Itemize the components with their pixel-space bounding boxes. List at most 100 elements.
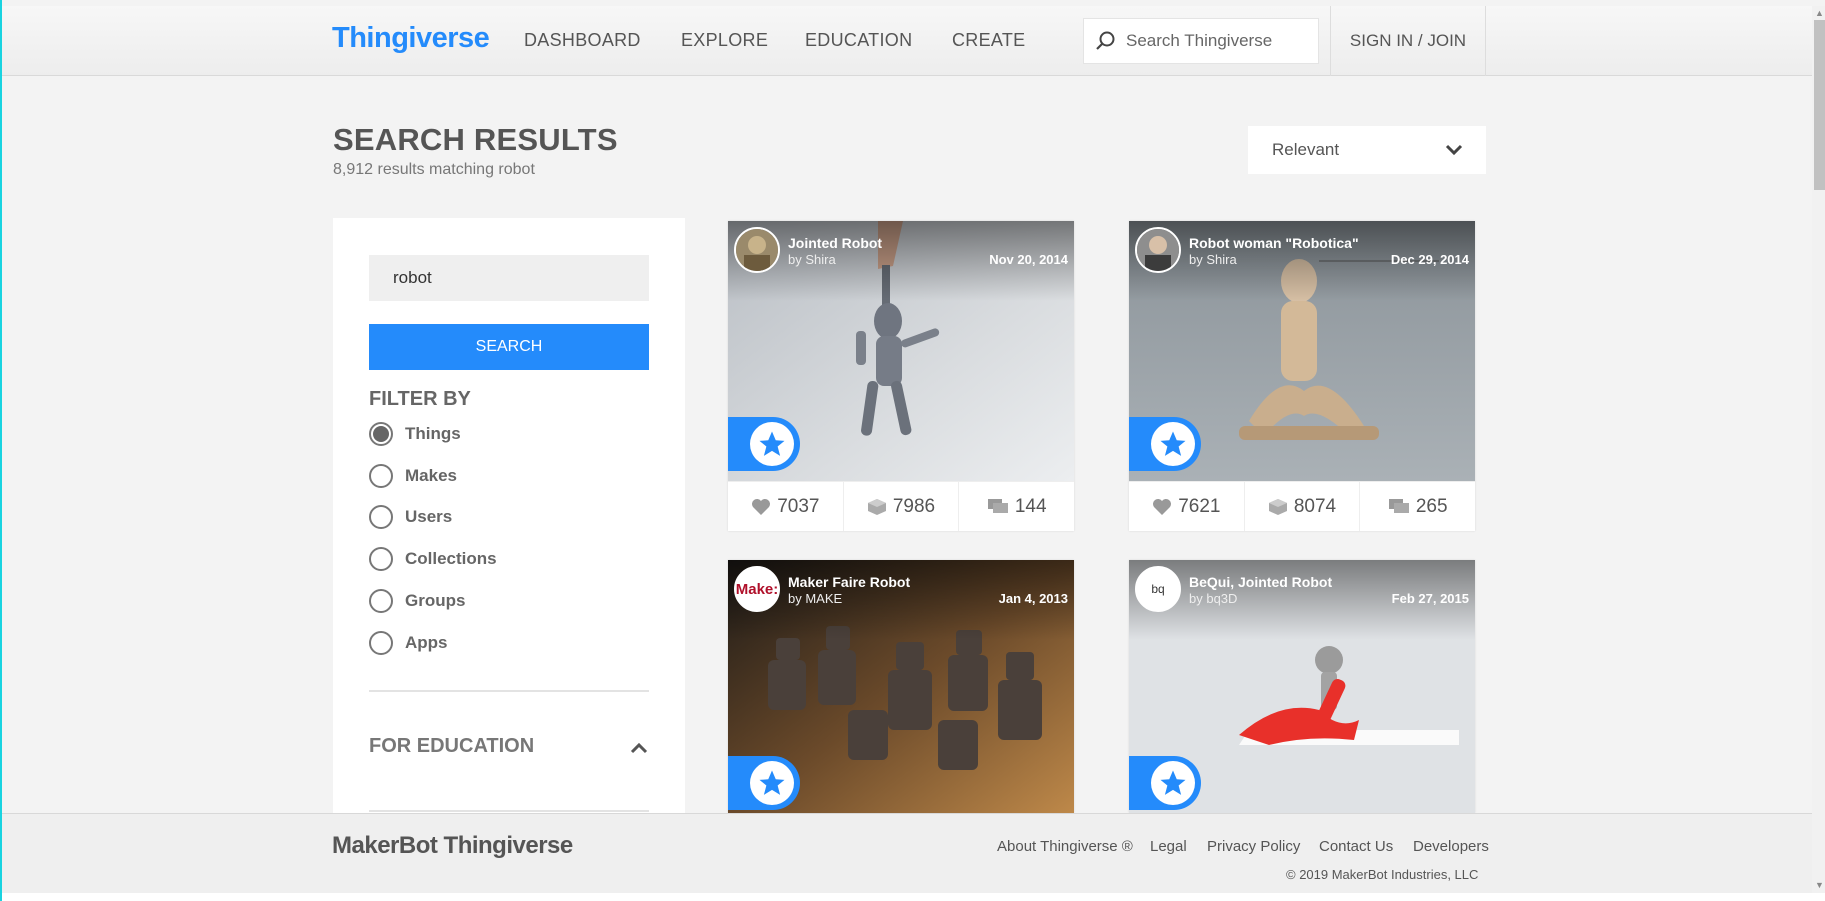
footer-link-privacy[interactable]: Privacy Policy xyxy=(1207,838,1300,855)
avatar[interactable]: bq xyxy=(1135,566,1181,612)
comment-icon xyxy=(987,498,1008,513)
thing-thumbnail[interactable]: Make: Maker Faire Robot by MAKE Jan 4, 2… xyxy=(728,560,1074,813)
nav-education[interactable]: EDUCATION xyxy=(805,30,912,51)
card-date: Jan 4, 2013 xyxy=(998,591,1068,606)
make-logo: Make: xyxy=(735,580,779,598)
star-icon xyxy=(1160,431,1186,456)
comment-count[interactable]: 144 xyxy=(959,482,1074,531)
radio-icon[interactable] xyxy=(369,547,393,571)
card-stats: 7037 7986 144 xyxy=(728,481,1074,531)
search-icon[interactable] xyxy=(1084,30,1126,52)
filter-things[interactable]: Things xyxy=(369,422,461,446)
chevron-up-icon[interactable] xyxy=(629,738,649,763)
card-author[interactable]: by MAKE xyxy=(788,591,842,606)
radio-icon[interactable] xyxy=(369,631,393,655)
thing-thumbnail[interactable]: bq BeQui, Jointed Robot by bq3D Feb 27, … xyxy=(1129,560,1475,813)
footer-link-legal[interactable]: Legal xyxy=(1150,838,1187,855)
filter-by-heading: FILTER BY xyxy=(369,388,471,410)
radio-icon[interactable] xyxy=(369,464,393,488)
radio-icon[interactable] xyxy=(369,589,393,613)
page-scrollbar[interactable]: ▲ ▼ xyxy=(1812,6,1825,893)
sidebar-search-input[interactable] xyxy=(369,255,649,301)
filter-groups[interactable]: Groups xyxy=(369,589,465,613)
chevron-down-icon xyxy=(1444,140,1464,165)
comment-value: 265 xyxy=(1415,495,1448,517)
comment-value: 144 xyxy=(1014,495,1047,517)
search-button[interactable]: SEARCH xyxy=(369,324,649,370)
star-icon xyxy=(1160,770,1186,795)
filter-sidebar: SEARCH FILTER BY Things Makes Users Coll… xyxy=(333,218,685,818)
thing-card[interactable]: Jointed Robot by Shira Nov 20, 2014 7037… xyxy=(728,221,1074,531)
filter-label: Apps xyxy=(405,633,448,652)
card-author[interactable]: by Shira xyxy=(1189,252,1237,267)
footer-link-contact[interactable]: Contact Us xyxy=(1319,838,1393,855)
radio-checked-icon[interactable] xyxy=(369,422,393,446)
card-author[interactable]: by bq3D xyxy=(1189,591,1237,606)
filter-makes[interactable]: Makes xyxy=(369,464,457,488)
thingiverse-logo[interactable]: Thingiverse xyxy=(332,22,490,55)
avatar[interactable] xyxy=(734,227,780,273)
like-value: 7037 xyxy=(777,495,820,517)
card-title[interactable]: BeQui, Jointed Robot xyxy=(1189,574,1332,590)
collect-icon xyxy=(867,498,886,515)
nav-explore[interactable]: EXPLORE xyxy=(681,30,768,51)
star-icon xyxy=(759,770,785,795)
divider xyxy=(369,810,649,812)
featured-badge xyxy=(728,756,800,810)
header-search-input[interactable] xyxy=(1126,31,1306,51)
sort-dropdown[interactable]: Relevant xyxy=(1248,126,1486,174)
radio-icon[interactable] xyxy=(369,505,393,529)
scroll-down-icon[interactable]: ▼ xyxy=(1815,880,1824,890)
card-date: Feb 27, 2015 xyxy=(1391,591,1469,606)
copyright: © 2019 MakerBot Industries, LLC xyxy=(1286,867,1479,882)
makerbot-thingiverse-logo[interactable]: MakerBot Thingiverse xyxy=(332,832,573,860)
sort-selected-value: Relevant xyxy=(1272,140,1340,159)
avatar[interactable]: Make: xyxy=(734,566,780,612)
thing-card[interactable]: Make: Maker Faire Robot by MAKE Jan 4, 2… xyxy=(728,560,1074,813)
footer: MakerBot Thingiverse About Thingiverse ®… xyxy=(2,813,1812,893)
filter-apps[interactable]: Apps xyxy=(369,631,448,655)
thing-card[interactable]: Robot woman "Robotica" by Shira Dec 29, … xyxy=(1129,221,1475,531)
card-title[interactable]: Maker Faire Robot xyxy=(788,574,910,590)
card-date: Nov 20, 2014 xyxy=(989,252,1068,267)
filter-label: Things xyxy=(405,424,461,443)
star-icon xyxy=(759,431,785,456)
thing-thumbnail[interactable]: Jointed Robot by Shira Nov 20, 2014 xyxy=(728,221,1074,481)
footer-link-developers[interactable]: Developers xyxy=(1413,838,1489,855)
card-author[interactable]: by Shira xyxy=(788,252,836,267)
for-education-heading[interactable]: FOR EDUCATION xyxy=(369,735,534,758)
heart-icon xyxy=(752,498,771,515)
filter-users[interactable]: Users xyxy=(369,505,452,529)
avatar[interactable] xyxy=(1135,227,1181,273)
thing-thumbnail[interactable]: Robot woman "Robotica" by Shira Dec 29, … xyxy=(1129,221,1475,481)
divider xyxy=(369,690,649,692)
like-count[interactable]: 7621 xyxy=(1129,482,1245,531)
featured-badge xyxy=(728,417,800,471)
bq-logo: bq xyxy=(1151,582,1165,596)
filter-collections[interactable]: Collections xyxy=(369,547,497,571)
scroll-up-icon[interactable]: ▲ xyxy=(1815,8,1824,18)
sign-in-join-link[interactable]: SIGN IN / JOIN xyxy=(1330,6,1486,76)
comment-count[interactable]: 265 xyxy=(1360,482,1475,531)
comment-icon xyxy=(1388,498,1409,513)
bottom-strip xyxy=(2,893,1825,901)
thing-card[interactable]: bq BeQui, Jointed Robot by bq3D Feb 27, … xyxy=(1129,560,1475,813)
collect-value: 7986 xyxy=(892,495,936,517)
page-title: SEARCH RESULTS xyxy=(333,122,618,157)
featured-badge xyxy=(1129,417,1201,471)
results-count: 8,912 results matching robot xyxy=(333,161,535,178)
like-count[interactable]: 7037 xyxy=(728,482,844,531)
card-title[interactable]: Jointed Robot xyxy=(788,235,882,251)
collect-count[interactable]: 7986 xyxy=(844,482,960,531)
top-navigation-bar: Thingiverse DASHBOARD EXPLORE EDUCATION … xyxy=(2,6,1812,76)
footer-link-about[interactable]: About Thingiverse ® xyxy=(997,838,1133,855)
filter-label: Makes xyxy=(405,466,457,485)
collect-count[interactable]: 8074 xyxy=(1245,482,1361,531)
nav-dashboard[interactable]: DASHBOARD xyxy=(524,30,641,51)
nav-create[interactable]: CREATE xyxy=(952,30,1025,51)
card-title[interactable]: Robot woman "Robotica" xyxy=(1189,235,1359,251)
scrollbar-thumb[interactable] xyxy=(1814,20,1825,190)
card-stats: 7621 8074 265 xyxy=(1129,481,1475,531)
filter-label: Groups xyxy=(405,591,466,610)
header-search-box[interactable] xyxy=(1083,18,1319,64)
